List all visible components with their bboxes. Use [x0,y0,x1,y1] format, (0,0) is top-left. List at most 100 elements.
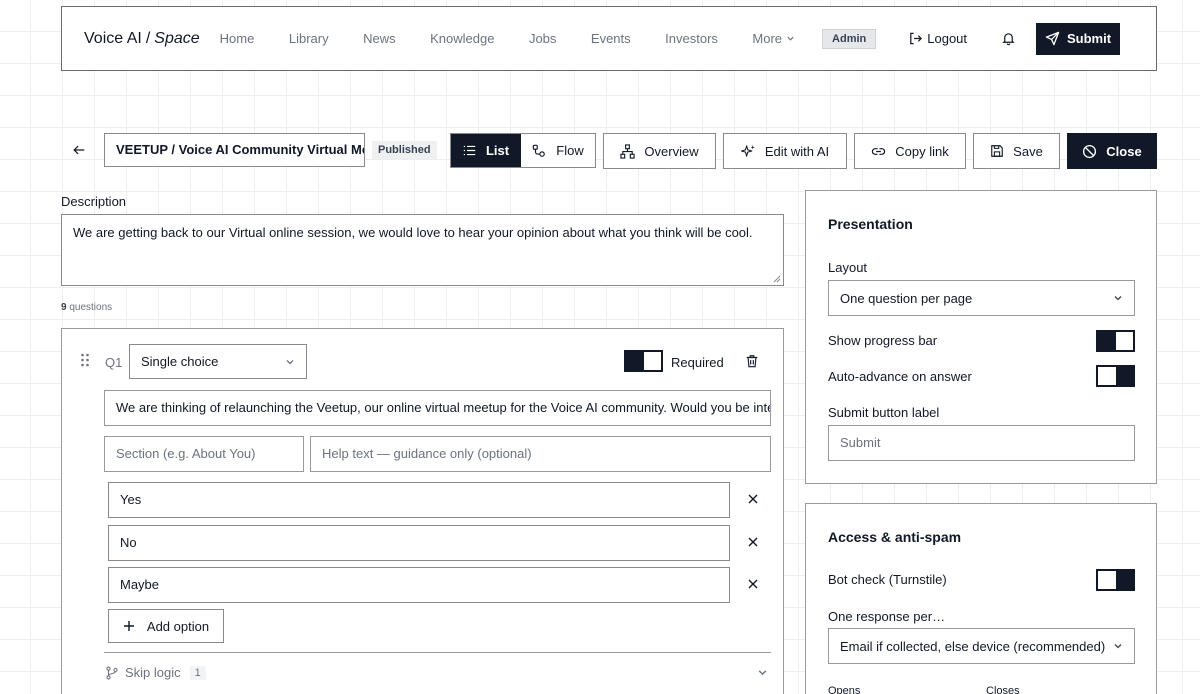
question-type-select[interactable]: Single choice [129,344,307,379]
skip-logic-label: Skip logic [125,665,181,680]
layout-select[interactable]: One question per page [828,280,1135,316]
view-flow-label: Flow [556,143,584,158]
chevron-down-icon [285,357,295,367]
bot-check-toggle[interactable] [1096,569,1135,591]
nav-link-library[interactable]: Library [289,31,329,46]
sparkles-icon [740,144,756,159]
question-card: Q1 Single choice Required We are thinkin… [61,328,784,694]
description-label: Description [61,194,127,209]
bot-check-label: Bot check (Turnstile) [828,572,947,587]
nav-link-events[interactable]: Events [591,31,631,46]
chevron-down-icon[interactable] [757,667,768,678]
bell-icon[interactable] [1001,31,1016,46]
list-icon [463,144,476,157]
question-count-suffix: questions [69,302,113,313]
required-label: Required [671,355,724,370]
view-list-label: List [485,143,510,158]
copy-link-label: Copy link [895,143,949,159]
access-panel: Access & anti-spam Bot check (Turnstile)… [805,503,1157,694]
save-icon [990,144,1004,158]
help-text-input[interactable]: Help text — guidance only (optional) [310,436,771,472]
send-icon [1045,31,1060,46]
brand-main: Voice AI [84,29,142,47]
presentation-title: Presentation [828,216,913,232]
add-option-button[interactable]: Add option [108,609,224,643]
section-input[interactable]: Section (e.g. About You) [104,436,304,472]
toggle-fill [1115,571,1133,589]
remove-option-icon[interactable] [747,578,759,590]
save-button[interactable]: Save [973,133,1060,169]
description-text: We are getting back to our Virtual onlin… [73,225,753,240]
nav-submit-label: Submit [1067,31,1112,46]
status-badge: Published [372,141,437,159]
save-label: Save [1013,143,1043,159]
option-input[interactable]: No [108,525,730,561]
plus-icon [123,620,135,632]
skip-logic-count: 1 [189,665,206,680]
brand-logo[interactable]: Voice AI / Space [84,30,200,48]
question-text-input[interactable]: We are thinking of relaunching the Veetu… [104,390,771,426]
remove-option-icon[interactable] [747,493,759,505]
editor-toolbar: VEETUP / Voice AI Community Virtual Meet… [0,133,1200,169]
required-toggle[interactable] [624,350,663,372]
nav-links: Home Library News Knowledge Jobs Events … [220,31,795,46]
close-button[interactable]: Close [1067,133,1157,169]
resize-handle-icon[interactable] [773,275,781,283]
nav-link-investors[interactable]: Investors [665,31,718,46]
toggle-fill [1115,367,1133,385]
view-toggle: List Flow [450,133,596,168]
admin-badge[interactable]: Admin [822,28,877,49]
toggle-fill [1098,332,1116,350]
option-input[interactable]: Yes [108,482,730,518]
question-count: 9 questions [61,302,112,313]
view-flow-button[interactable]: Flow [521,134,595,167]
submit-button-label-label: Submit button label [828,405,940,420]
nav-submit-button[interactable]: Submit [1036,22,1121,55]
add-option-label: Add option [146,618,210,634]
link-icon [871,144,886,159]
git-branch-icon [105,666,119,680]
ban-icon [1082,144,1097,159]
form-title-input[interactable]: VEETUP / Voice AI Community Virtual Meet… [104,133,365,167]
one-response-select[interactable]: Email if collected, else device (recomme… [828,628,1135,664]
drag-handle-icon[interactable] [80,353,90,367]
closes-label: Closes [986,685,1020,694]
chevron-down-icon [1113,293,1123,303]
nav-link-news[interactable]: News [363,31,396,46]
brand-slash: / [145,29,151,47]
overview-button[interactable]: Overview [603,133,716,169]
nav-link-knowledge[interactable]: Knowledge [430,31,494,46]
view-list-button[interactable]: List [451,134,521,167]
option-input[interactable]: Maybe [108,567,730,603]
one-response-label: One response per… [828,609,946,624]
chevron-down-icon [1113,641,1123,651]
logout-label: Logout [927,31,968,46]
nav-link-jobs[interactable]: Jobs [529,31,556,46]
back-arrow-icon[interactable] [72,143,86,157]
auto-advance-toggle[interactable] [1096,365,1135,387]
nav-link-more[interactable]: More [752,31,795,46]
remove-option-icon[interactable] [747,536,759,548]
trash-icon[interactable] [745,354,759,368]
chevron-down-icon [786,34,795,43]
logout-icon [908,31,923,46]
layout-label: Layout [828,260,868,275]
opens-label: Opens [828,685,861,694]
edit-with-ai-button[interactable]: Edit with AI [723,133,847,169]
copy-link-button[interactable]: Copy link [854,133,966,169]
submit-label-input[interactable]: Submit [828,425,1135,461]
auto-advance-label: Auto-advance on answer [828,369,972,384]
question-type-value: Single choice [141,354,219,369]
logout-button[interactable]: Logout [908,31,967,46]
access-title: Access & anti-spam [828,529,962,545]
nav-link-more-label: More [752,31,783,46]
sitemap-icon [620,143,636,159]
toggle-fill [626,352,644,370]
progress-bar-toggle[interactable] [1096,330,1135,352]
close-label: Close [1106,143,1142,159]
nav-link-home[interactable]: Home [220,31,255,46]
brand-sub: Space [154,29,200,47]
edit-with-ai-label: Edit with AI [764,143,830,159]
skip-logic-toggle[interactable]: Skip logic 1 [105,665,206,680]
description-textarea[interactable]: We are getting back to our Virtual onlin… [61,214,784,286]
